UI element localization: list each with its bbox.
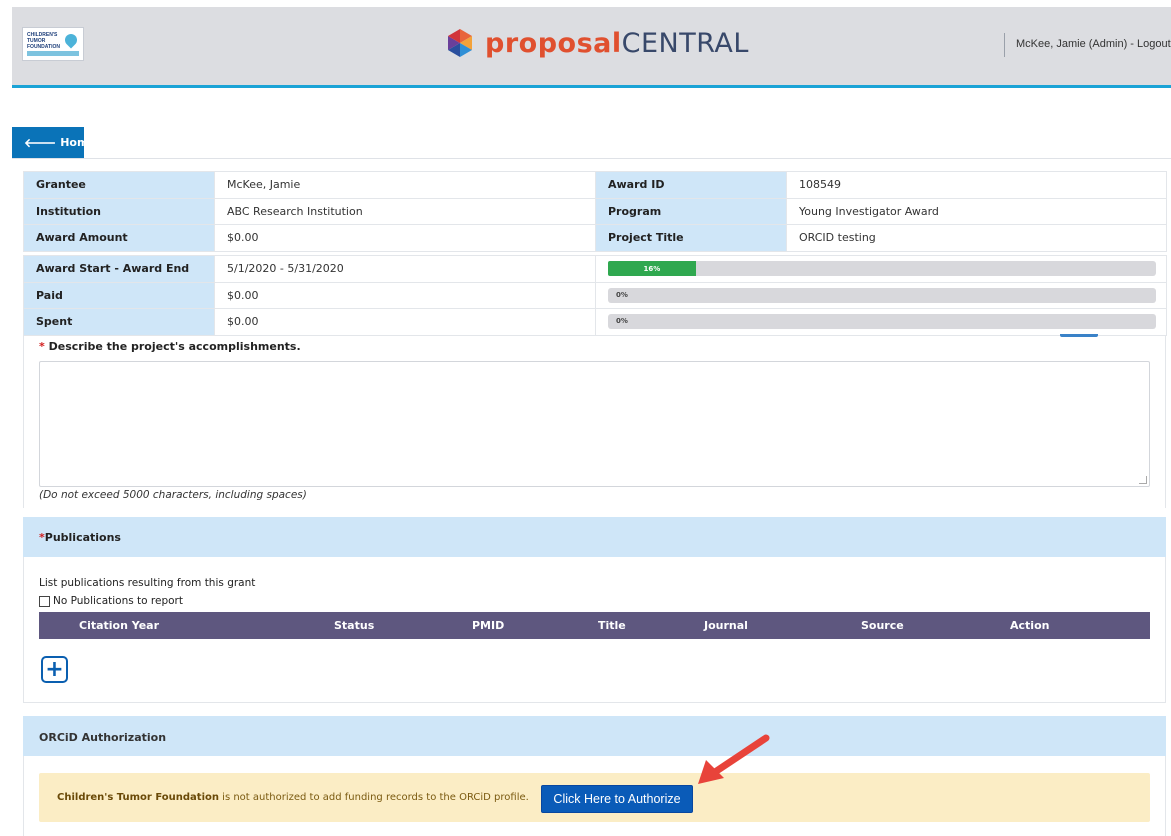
organization-name: Children's Tumor Foundation [57, 792, 219, 803]
table-row: Paid $0.00 0% [23, 281, 1167, 309]
tab-divider [12, 158, 1171, 159]
project-title-value: ORCID testing [786, 224, 1167, 252]
accomplishments-label-text: Describe the project's accomplishments. [48, 340, 301, 353]
award-progress-table: Award Start - Award End 5/1/2020 - 5/31/… [23, 255, 1167, 336]
grantee-label: Grantee [23, 171, 215, 199]
table-row: Institution ABC Research Institution Pro… [23, 197, 1167, 225]
home-button[interactable]: 🡐 Home [12, 127, 96, 158]
character-limit-note: (Do not exceed 5000 characters, includin… [39, 489, 307, 501]
accomplishments-textarea[interactable] [39, 361, 1150, 487]
header-accent-line [12, 85, 1171, 88]
collapsed-tab-indicator[interactable] [1060, 334, 1098, 337]
paid-progress-bar: 0% [608, 287, 1156, 303]
project-title-label: Project Title [595, 224, 787, 252]
accomplishments-label: * Describe the project's accomplishments… [39, 340, 301, 353]
col-status[interactable]: Status [334, 619, 374, 632]
orcid-header [23, 716, 1166, 756]
award-info-table: Grantee McKee, Jamie Award ID 108549 Ins… [23, 171, 1167, 252]
award-period-label: Award Start - Award End [23, 255, 215, 283]
col-title[interactable]: Title [598, 619, 626, 632]
institution-value: ABC Research Institution [214, 197, 596, 225]
header-divider [1004, 33, 1005, 57]
progress-cell: 16% [595, 255, 1167, 283]
spent-value: $0.00 [214, 308, 596, 336]
table-row: Award Amount $0.00 Project Title ORCID t… [23, 224, 1167, 252]
resize-grip-icon[interactable] [1139, 476, 1147, 484]
table-row: Spent $0.00 0% [23, 308, 1167, 336]
publications-title: *Publications [39, 531, 121, 544]
table-row: Grantee McKee, Jamie Award ID 108549 [23, 171, 1167, 199]
progress-percent: 0% [616, 290, 628, 299]
logo-bar [27, 51, 79, 56]
table-row: Award Start - Award End 5/1/2020 - 5/31/… [23, 255, 1167, 283]
brand-suffix: CENTRAL [621, 27, 749, 59]
award-amount-value: $0.00 [214, 224, 596, 252]
user-logout-link[interactable]: McKee, Jamie (Admin) - Logout [1016, 38, 1171, 50]
col-action[interactable]: Action [1010, 619, 1049, 632]
progress-cell: 0% [595, 308, 1167, 336]
publications-title-text: Publications [44, 531, 121, 544]
program-value: Young Investigator Award [786, 197, 1167, 225]
no-publications-option[interactable]: No Publications to report [39, 595, 183, 607]
required-marker: * [39, 340, 45, 353]
paid-value: $0.00 [214, 281, 596, 309]
col-journal[interactable]: Journal [704, 619, 748, 632]
no-publications-checkbox[interactable] [39, 595, 50, 607]
plus-icon: + [45, 656, 64, 682]
ctf-logo[interactable]: CHILDREN'S TUMOR FOUNDATION [22, 27, 84, 61]
proposal-central-logo[interactable]: proposalCENTRAL [445, 25, 749, 61]
spent-progress-bar: 0% [608, 314, 1156, 330]
publications-description: List publications resulting from this gr… [39, 577, 256, 589]
award-period-value: 5/1/2020 - 5/31/2020 [214, 255, 596, 283]
progress-percent: 0% [616, 317, 628, 326]
paid-label: Paid [23, 281, 215, 309]
authorize-button[interactable]: Click Here to Authorize [541, 785, 693, 813]
arrow-left-icon: 🡐 [24, 136, 57, 150]
home-label: Home [60, 136, 96, 149]
progress-fill: 16% [608, 261, 696, 277]
logo-text: CHILDREN'S TUMOR FOUNDATION [27, 32, 60, 50]
orcid-warning-text: Children's Tumor Foundation is not autho… [57, 792, 529, 803]
no-publications-label: No Publications to report [53, 595, 183, 607]
brand-prefix: proposal [485, 27, 622, 59]
program-label: Program [595, 197, 787, 225]
award-id-label: Award ID [595, 171, 787, 199]
col-citation-year[interactable]: Citation Year [79, 619, 159, 632]
brand-name: proposalCENTRAL [485, 28, 749, 59]
add-publication-button[interactable]: + [41, 656, 68, 683]
orcid-title: ORCiD Authorization [39, 731, 167, 744]
col-source[interactable]: Source [861, 619, 904, 632]
award-amount-label: Award Amount [23, 224, 215, 252]
publications-table-header: Citation Year Status PMID Title Journal … [39, 612, 1150, 639]
annotation-arrow-icon [698, 734, 770, 784]
award-period-progress-bar: 16% [608, 261, 1156, 277]
progress-cell: 0% [595, 281, 1167, 309]
publications-header [23, 517, 1166, 557]
col-pmid[interactable]: PMID [472, 619, 504, 632]
grantee-value: McKee, Jamie [214, 171, 596, 199]
spent-label: Spent [23, 308, 215, 336]
warning-message: is not authorized to add funding records… [218, 792, 529, 803]
droplet-icon [62, 31, 80, 49]
hexagon-logo-icon [448, 29, 472, 57]
award-id-value: 108549 [786, 171, 1167, 199]
institution-label: Institution [23, 197, 215, 225]
